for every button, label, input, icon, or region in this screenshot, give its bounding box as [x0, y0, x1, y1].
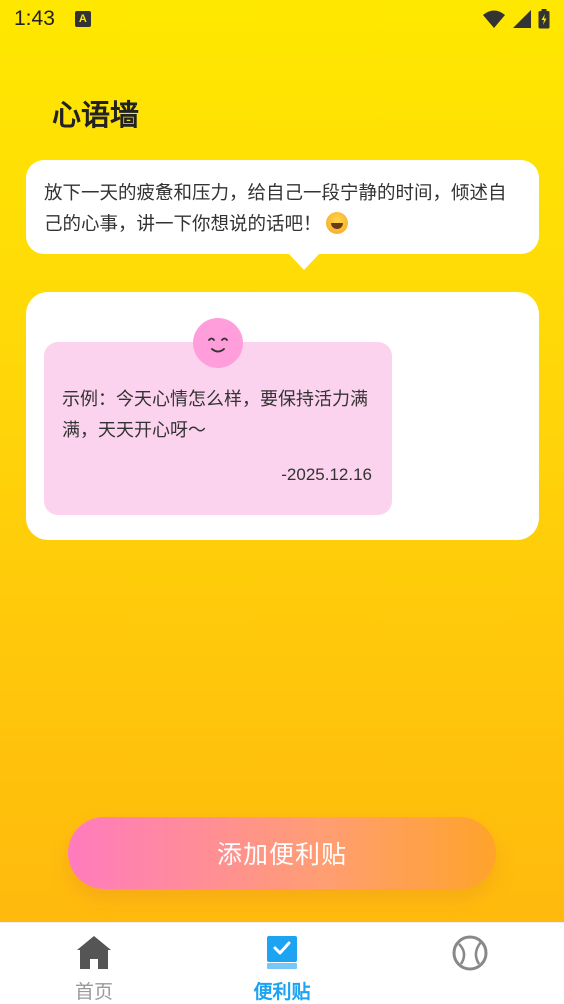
signal-icon: [513, 10, 531, 28]
a-icon: A: [74, 11, 91, 27]
page-title: 心语墙: [52, 98, 140, 132]
intro-bubble: 放下一天的疲惫和压力，给自己一段宁静的时间，倾述自己的心事，讲一下你想说的话吧！: [26, 160, 539, 270]
baseball-icon: [450, 933, 490, 973]
status-bar: 1:43 A: [0, 0, 564, 38]
tab-home-label: 首页: [74, 981, 113, 1003]
add-sticky-note-button[interactable]: 添加便利贴: [68, 817, 496, 889]
tab-sticky-notes-label: 便利贴: [253, 981, 311, 1003]
sticky-note-icon: [262, 933, 302, 971]
wifi-icon: [483, 10, 505, 28]
tab-bar: 首页 便利贴: [0, 922, 564, 1004]
sticky-note[interactable]: 示例：今天心情怎么样，要保持活力满满，天天开心呀～ -2025.12.16: [44, 318, 392, 515]
note-date: -2025.12.16: [281, 465, 372, 484]
status-icons: [482, 9, 550, 29]
smiling-face-icon: [193, 318, 243, 368]
note-text: 示例：今天心情怎么样，要保持活力满满，天天开心呀～: [62, 389, 368, 441]
grinning-face-icon: [325, 212, 348, 234]
intro-text: 放下一天的疲惫和压力，给自己一段宁静的时间，倾述自己的心事，讲一下你想说的话吧！: [44, 183, 507, 235]
tab-home[interactable]: 首页: [0, 923, 188, 1004]
tab-profile[interactable]: [376, 923, 564, 1004]
status-time: 1:43: [14, 7, 55, 30]
tab-sticky-notes[interactable]: 便利贴: [188, 923, 376, 1004]
home-icon: [74, 933, 114, 971]
battery-icon: [538, 9, 550, 29]
notes-panel: 示例：今天心情怎么样，要保持活力满满，天天开心呀～ -2025.12.16: [26, 292, 539, 540]
